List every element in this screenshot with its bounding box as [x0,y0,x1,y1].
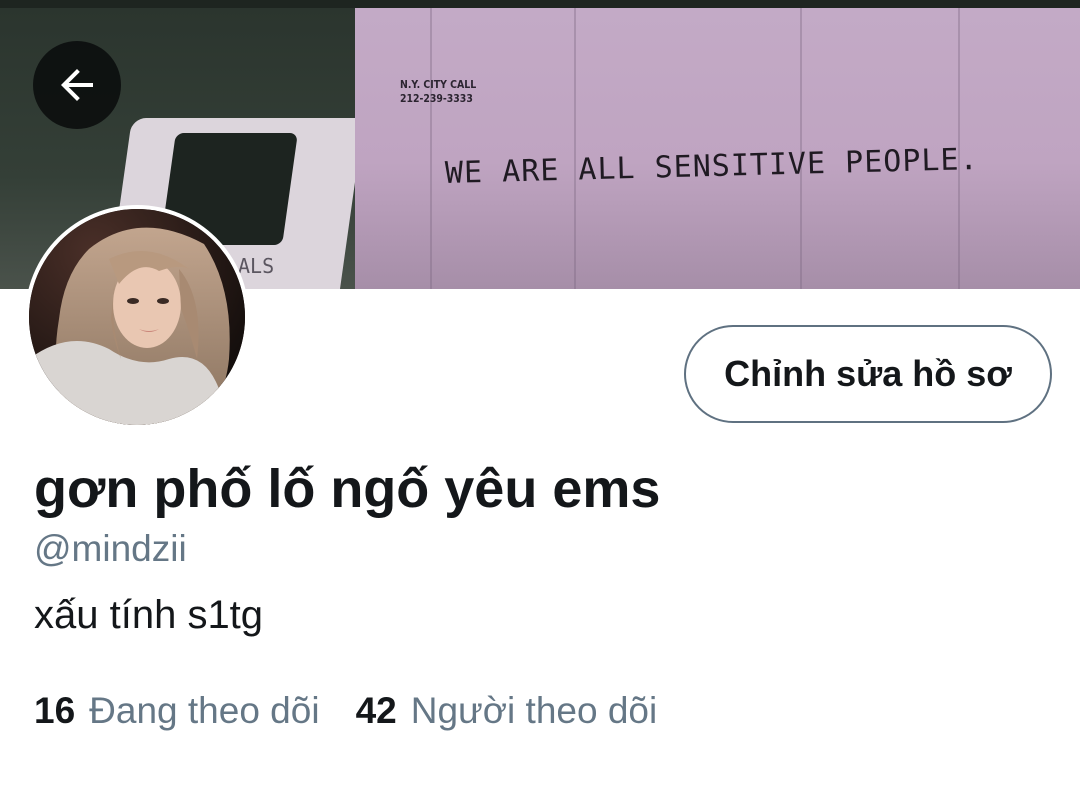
truck-panel-seam [430,8,432,289]
truck-panel-seam [574,8,576,289]
arrow-left-icon [61,69,93,101]
follow-stats: 16 Đang theo dõi 42 Người theo dõi [34,690,657,732]
profile-page: ALS N.Y. CITY CALL 212-239-3333 WE ARE A… [0,0,1080,803]
username-handle: @mindzii [34,528,187,569]
avatar-photo [29,209,245,425]
truck-phone-label: N.Y. CITY CALL 212-239-3333 [400,78,476,106]
truck-side-text: ALS [238,254,275,278]
avatar-portrait-image [29,209,245,425]
display-name: gơn phố lố ngố yêu ems [34,459,661,519]
following-count: 16 [34,690,76,731]
profile-bio: xấu tính s1tg [34,593,264,637]
truck-phone-label-line2: 212-239-3333 [400,92,473,105]
edit-profile-label: Chỉnh sửa hồ sơ [724,353,1012,394]
avatar[interactable] [25,205,249,429]
following-label: Đang theo dõi [89,690,320,731]
back-button[interactable] [33,41,121,129]
followers-count: 42 [355,690,397,731]
truck-phone-label-line1: N.Y. CITY CALL [400,78,477,91]
banner-top-edge [0,0,1080,8]
followers-label: Người theo dõi [410,690,658,731]
following-stat[interactable]: 16 Đang theo dõi [34,690,320,732]
followers-stat[interactable]: 42 Người theo dõi [356,690,658,732]
edit-profile-button[interactable]: Chỉnh sửa hồ sơ [684,325,1052,423]
